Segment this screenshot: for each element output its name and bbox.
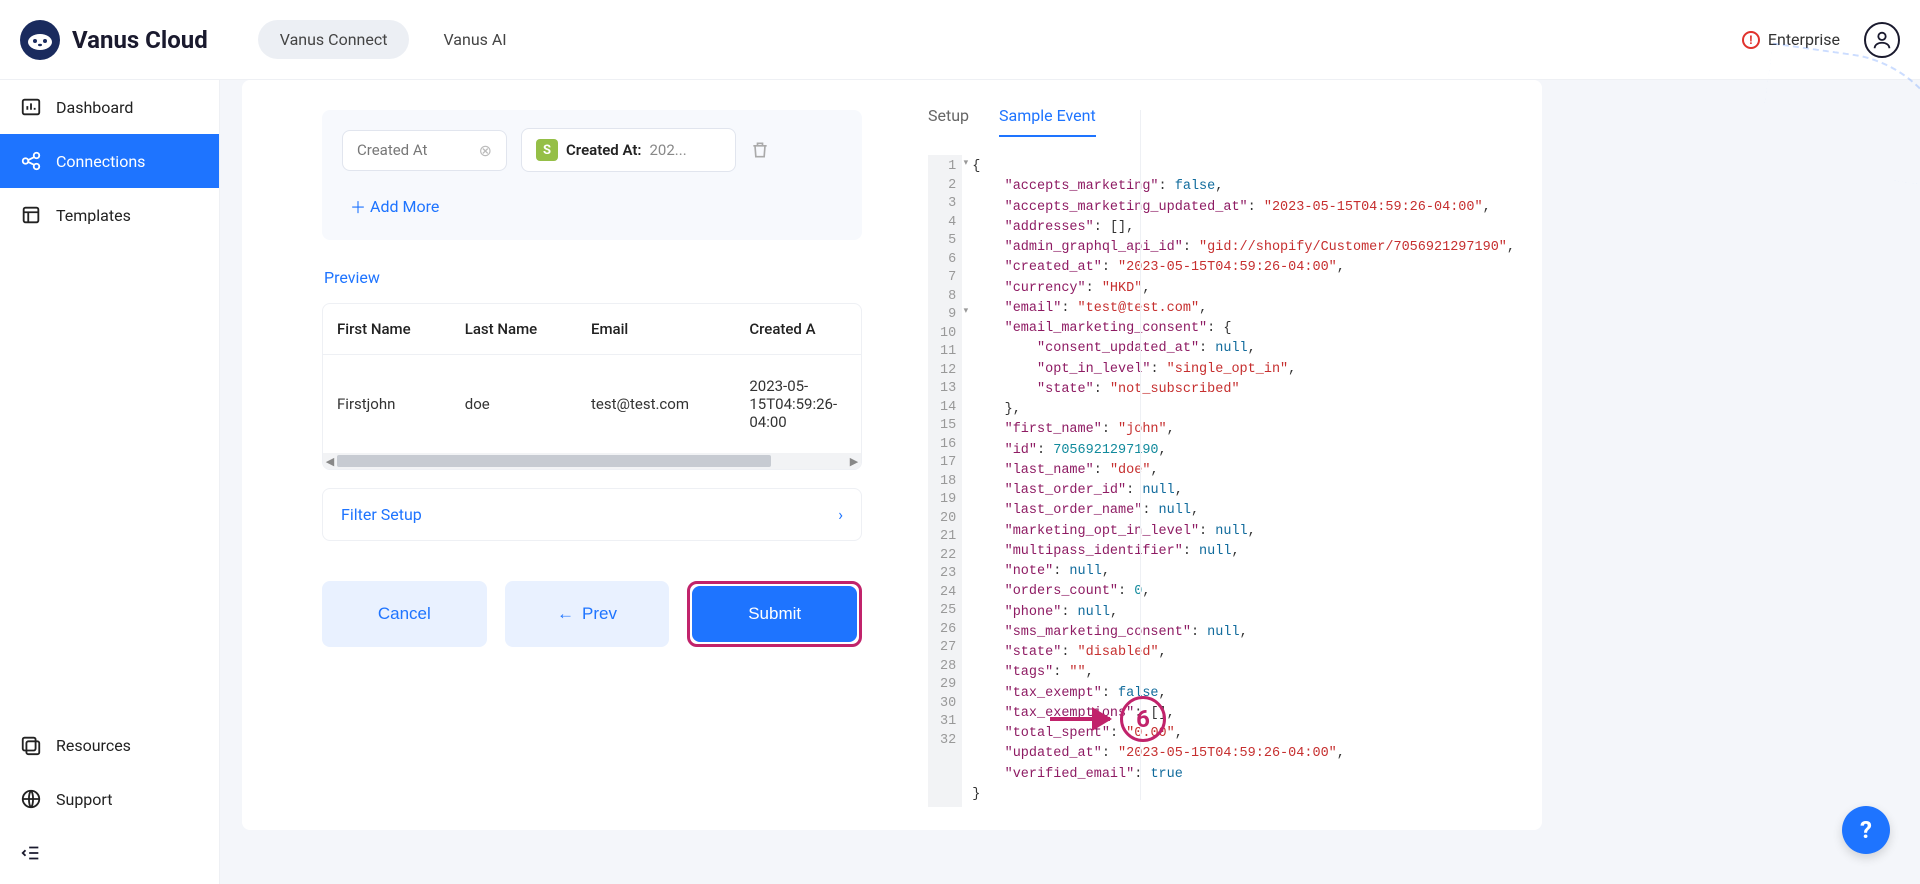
filter-setup-label: Filter Setup — [341, 505, 422, 524]
col-first-name: First Name — [323, 304, 451, 355]
submit-highlight: Submit — [687, 581, 862, 647]
code-viewer[interactable]: 1234567891011121314151617181920212223242… — [928, 155, 1510, 807]
sidebar-label: Dashboard — [56, 98, 133, 117]
config-panel: Created At ⊗ S Created At: 202... ＋ Add … — [242, 80, 1542, 830]
preview-table: First Name Last Name Email Created A Fir… — [322, 303, 862, 470]
prev-button[interactable]: ← Prev — [505, 581, 670, 647]
delete-icon[interactable] — [750, 140, 770, 160]
cell: doe — [451, 355, 577, 454]
submit-button[interactable]: Submit — [692, 586, 857, 642]
logo-icon — [20, 20, 60, 60]
step-number: 6 — [1120, 696, 1166, 742]
sidebar-label: Resources — [56, 736, 131, 755]
tab-sample-event[interactable]: Sample Event — [999, 106, 1096, 137]
cancel-button[interactable]: Cancel — [322, 581, 487, 647]
tab-setup[interactable]: Setup — [928, 106, 969, 137]
sidebar-item-dashboard[interactable]: Dashboard — [0, 80, 219, 134]
sidebar-item-templates[interactable]: Templates — [0, 188, 219, 242]
tab-vanus-connect[interactable]: Vanus Connect — [258, 20, 410, 59]
resources-icon — [20, 734, 42, 756]
top-tabs: Vanus Connect Vanus AI — [258, 20, 529, 59]
cell: test@test.com — [577, 355, 735, 454]
support-icon — [20, 788, 42, 810]
right-tabs: Setup Sample Event — [928, 106, 1510, 137]
add-more-label: Add More — [370, 197, 439, 216]
scroll-thumb[interactable] — [337, 455, 771, 467]
preview-label: Preview — [324, 268, 862, 287]
main: Created At ⊗ S Created At: 202... ＋ Add … — [220, 80, 1920, 884]
col-email: Email — [577, 304, 735, 355]
horizontal-scrollbar[interactable]: ◀ ▶ — [323, 453, 861, 469]
chip-label: Created At — [357, 141, 427, 159]
sidebar: Dashboard Connections Templates Resource… — [0, 80, 220, 884]
add-more-button[interactable]: ＋ Add More — [342, 180, 842, 222]
line-gutter: 1234567891011121314151617181920212223242… — [928, 155, 962, 807]
sidebar-item-connections[interactable]: Connections — [0, 134, 219, 188]
filter-setup-toggle[interactable]: Filter Setup › — [322, 488, 862, 541]
templates-icon — [20, 204, 42, 226]
logo[interactable]: Vanus Cloud — [20, 20, 208, 60]
collapse-sidebar-button[interactable] — [0, 826, 219, 884]
panel-right: Setup Sample Event 123456789101112131415… — [902, 80, 1524, 830]
col-last-name: Last Name — [451, 304, 577, 355]
alert-icon: ! — [1742, 31, 1760, 49]
shopify-icon: S — [536, 139, 558, 161]
account-avatar[interactable] — [1864, 22, 1900, 58]
mapping-card: Created At ⊗ S Created At: 202... ＋ Add … — [322, 110, 862, 240]
dashboard-icon — [20, 96, 42, 118]
button-row: Cancel ← Prev Submit — [322, 581, 862, 647]
sidebar-item-resources[interactable]: Resources — [0, 718, 219, 772]
arrow-icon — [1050, 717, 1110, 721]
sidebar-item-support[interactable]: Support — [0, 772, 219, 826]
tutorial-arrow: 6 — [1050, 696, 1166, 742]
clear-icon[interactable]: ⊗ — [479, 141, 492, 160]
help-fab[interactable]: ? — [1842, 806, 1890, 854]
scroll-left-icon[interactable]: ◀ — [323, 455, 337, 468]
header: Vanus Cloud Vanus Connect Vanus AI ! Ent… — [0, 0, 1920, 80]
arrow-left-icon: ← — [557, 604, 574, 624]
field-chip-right[interactable]: S Created At: 202... — [521, 128, 736, 172]
header-left: Vanus Cloud Vanus Connect Vanus AI — [20, 20, 529, 60]
prev-label: Prev — [582, 604, 617, 624]
table-row: Firstjohn doe test@test.com 2023-05-15T0… — [323, 355, 861, 454]
chevron-right-icon: › — [838, 505, 843, 524]
mapping-row: Created At ⊗ S Created At: 202... — [342, 128, 842, 172]
code-content: { "accepts_marketing": false, "accepts_m… — [962, 155, 1525, 807]
chip-value: 202... — [650, 141, 687, 159]
col-created: Created A — [735, 304, 861, 355]
sidebar-label: Support — [56, 790, 112, 809]
cell: Firstjohn — [323, 355, 451, 454]
field-chip-left[interactable]: Created At ⊗ — [342, 130, 507, 171]
chip-label: Created At: — [566, 141, 642, 159]
sidebar-label: Connections — [56, 152, 145, 171]
panel-left: Created At ⊗ S Created At: 202... ＋ Add … — [242, 80, 902, 830]
cell: 2023-05-15T04:59:26-04:00 — [735, 355, 861, 454]
plus-icon: ＋ — [350, 194, 366, 218]
tab-vanus-ai[interactable]: Vanus AI — [421, 20, 528, 59]
sidebar-label: Templates — [56, 206, 131, 225]
scroll-right-icon[interactable]: ▶ — [847, 455, 861, 468]
connections-icon — [20, 150, 42, 172]
brand-text: Vanus Cloud — [72, 26, 208, 54]
